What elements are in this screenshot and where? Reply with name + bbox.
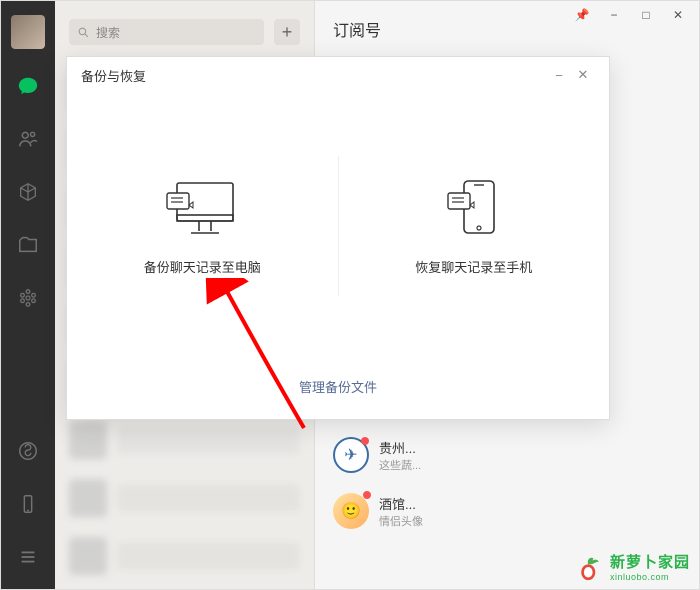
conversation-name: 贵州... bbox=[379, 438, 421, 457]
backup-to-pc-option[interactable]: 备份聊天记录至电脑 bbox=[67, 177, 338, 276]
phone-icon[interactable] bbox=[17, 493, 39, 520]
restore-label: 恢复聊天记录至手机 bbox=[415, 257, 532, 276]
watermark: 新萝卜家园 xinluobo.com bbox=[576, 551, 690, 582]
menu-icon[interactable] bbox=[17, 546, 39, 573]
miniprogram-icon[interactable] bbox=[17, 440, 39, 467]
add-button[interactable]: + bbox=[274, 19, 300, 45]
files-icon[interactable] bbox=[17, 234, 39, 261]
manage-backups-link[interactable]: 管理备份文件 bbox=[299, 380, 377, 395]
watermark-domain: xinluobo.com bbox=[610, 572, 690, 582]
phone-icon bbox=[444, 177, 504, 239]
conversation-item[interactable]: 🙂 酒馆... 情侣头像 bbox=[315, 483, 699, 539]
pin-icon[interactable]: 📌 bbox=[574, 8, 590, 22]
chat-icon[interactable] bbox=[17, 75, 39, 102]
window-controls: 📌 − □ ✕ bbox=[560, 0, 700, 30]
backup-restore-dialog: 备份与恢复 − ✕ 备份聊天记录至电脑 bbox=[66, 56, 610, 420]
search-input[interactable]: 搜索 bbox=[69, 19, 264, 45]
dialog-minimize[interactable]: − bbox=[547, 68, 571, 83]
maximize-button[interactable]: □ bbox=[638, 8, 654, 22]
favorites-icon[interactable] bbox=[17, 181, 39, 208]
search-placeholder: 搜索 bbox=[96, 24, 120, 41]
dialog-close[interactable]: ✕ bbox=[571, 67, 595, 83]
sidebar bbox=[1, 1, 55, 589]
close-button[interactable]: ✕ bbox=[670, 8, 686, 22]
conversation-avatar: 🙂 bbox=[333, 493, 369, 529]
conversation-preview: 情侣头像 bbox=[379, 513, 423, 529]
conversation-item[interactable]: ✈ 贵州... 这些蔬... bbox=[315, 427, 699, 483]
conversation-name: 酒馆... bbox=[379, 494, 423, 513]
contacts-icon[interactable] bbox=[17, 128, 39, 155]
moments-icon[interactable] bbox=[17, 287, 39, 314]
conversation-avatar: ✈ bbox=[333, 437, 369, 473]
dialog-title: 备份与恢复 bbox=[81, 66, 146, 85]
backup-label: 备份聊天记录至电脑 bbox=[144, 257, 261, 276]
watermark-name: 新萝卜家园 bbox=[610, 551, 690, 572]
minimize-button[interactable]: − bbox=[606, 8, 622, 22]
page-title: 订阅号 bbox=[333, 17, 381, 41]
computer-icon bbox=[163, 177, 241, 239]
avatar[interactable] bbox=[11, 15, 45, 49]
conversation-preview: 这些蔬... bbox=[379, 457, 421, 473]
restore-to-phone-option[interactable]: 恢复聊天记录至手机 bbox=[339, 177, 610, 276]
carrot-icon bbox=[576, 553, 604, 581]
